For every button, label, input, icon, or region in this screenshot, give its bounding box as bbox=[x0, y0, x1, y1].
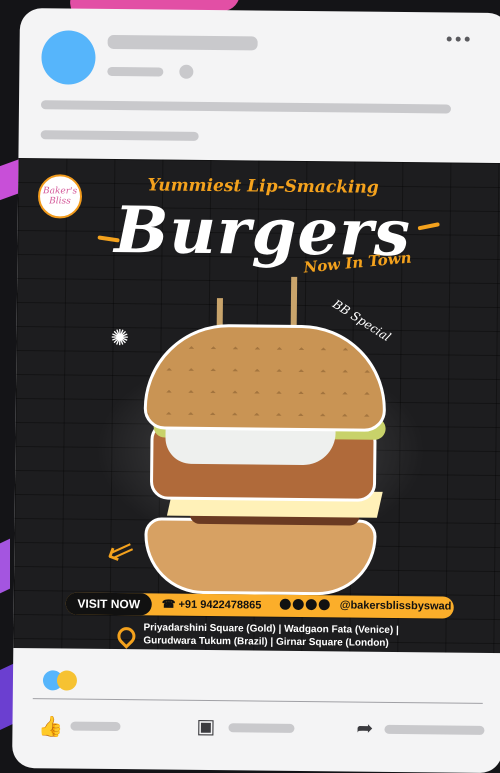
decorative-shape bbox=[0, 538, 10, 608]
author-name-placeholder bbox=[107, 34, 258, 51]
share-icon[interactable]: ➦ bbox=[356, 716, 373, 741]
share-label-placeholder[interactable] bbox=[384, 724, 485, 735]
like-icon[interactable]: 👍 bbox=[38, 714, 63, 739]
store-addresses: Priyadarshini Square (Gold) | Wadgaon Fa… bbox=[143, 622, 399, 649]
caption-line-placeholder bbox=[40, 100, 452, 114]
post-headline: Burgers bbox=[114, 193, 412, 272]
more-options-icon[interactable] bbox=[446, 36, 470, 42]
arrow-doodle-icon: ⇙ bbox=[100, 528, 141, 574]
facebook-icon bbox=[279, 598, 291, 610]
avatar[interactable] bbox=[41, 30, 96, 85]
like-label-placeholder[interactable] bbox=[70, 721, 121, 732]
visit-now-badge: VISIT NOW bbox=[65, 592, 152, 616]
twitter-icon bbox=[305, 599, 317, 611]
caption-line-placeholder bbox=[40, 130, 199, 141]
social-icons bbox=[279, 598, 330, 611]
post-image[interactable]: Baker's Bliss Yummiest Lip-Smacking Burg… bbox=[13, 157, 500, 654]
location-pin-icon bbox=[113, 623, 140, 649]
sparkle-doodle-icon: ✺ bbox=[110, 324, 130, 351]
social-handle: @bakersblissbyswad bbox=[339, 599, 452, 613]
instagram-icon bbox=[292, 598, 304, 611]
burger-top-bun bbox=[143, 323, 387, 432]
footer-divider bbox=[32, 698, 483, 704]
privacy-icon bbox=[179, 64, 194, 79]
social-post-card: Baker's Bliss Yummiest Lip-Smacking Burg… bbox=[12, 8, 500, 773]
comment-icon[interactable]: ▣ bbox=[196, 714, 215, 739]
youtube-icon bbox=[318, 599, 330, 611]
burger-bottom-bun bbox=[143, 517, 377, 596]
timestamp-placeholder bbox=[107, 66, 164, 77]
comment-label-placeholder[interactable] bbox=[228, 723, 295, 733]
reaction-icon[interactable] bbox=[56, 670, 78, 691]
phone-number: ☎ +91 9422478865 bbox=[161, 598, 262, 612]
